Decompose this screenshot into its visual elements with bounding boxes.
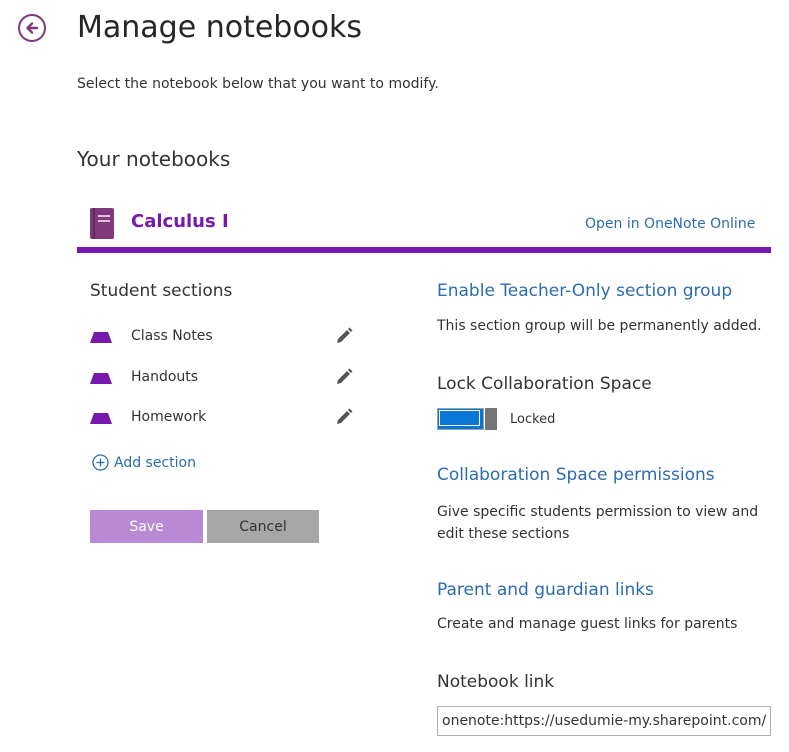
section-item[interactable]: Handouts xyxy=(90,367,360,391)
notebook-link-heading: Notebook link xyxy=(437,672,555,692)
notebook-accent-bar xyxy=(77,247,771,253)
back-button[interactable] xyxy=(18,14,46,42)
pencil-icon[interactable] xyxy=(334,326,354,346)
section-tab-icon xyxy=(90,373,112,384)
pencil-icon[interactable] xyxy=(334,367,354,387)
permissions-description: Give specific students permission to vie… xyxy=(437,504,759,542)
open-in-onenote-online-link[interactable]: Open in OneNote Online xyxy=(585,216,755,232)
your-notebooks-heading: Your notebooks xyxy=(77,147,231,171)
section-label: Handouts xyxy=(131,369,199,385)
section-item[interactable]: Class Notes xyxy=(90,326,360,350)
parent-guardian-links-link[interactable]: Parent and guardian links xyxy=(437,580,654,600)
toggle-knob xyxy=(485,408,497,430)
student-sections-heading: Student sections xyxy=(90,281,233,301)
page-subtitle: Select the notebook below that you want … xyxy=(77,76,439,92)
back-arrow-icon xyxy=(26,22,39,34)
enable-teacher-only-link[interactable]: Enable Teacher-Only section group xyxy=(437,281,732,301)
notebook-icon xyxy=(90,208,114,239)
section-item[interactable]: Homework xyxy=(90,407,360,431)
add-section-button[interactable]: Add section xyxy=(92,454,196,471)
add-section-label: Add section xyxy=(114,454,196,471)
section-tab-icon xyxy=(90,413,112,424)
lock-collaboration-toggle[interactable] xyxy=(437,408,500,430)
parent-description: Create and manage guest links for parent… xyxy=(437,616,738,632)
notebook-link-field[interactable] xyxy=(437,706,771,736)
lock-state-label: Locked xyxy=(510,412,556,427)
notebook-name: Calculus I xyxy=(131,211,229,232)
cancel-button[interactable]: Cancel xyxy=(207,510,319,543)
section-tab-icon xyxy=(90,332,112,343)
page-title: Manage notebooks xyxy=(77,10,363,45)
plus-circle-icon xyxy=(92,454,109,471)
collaboration-permissions-link[interactable]: Collaboration Space permissions xyxy=(437,465,715,485)
pencil-icon[interactable] xyxy=(334,407,354,427)
section-label: Class Notes xyxy=(131,328,213,344)
save-button[interactable]: Save xyxy=(90,510,203,543)
teacher-only-description: This section group will be permanently a… xyxy=(437,318,762,334)
toggle-fill xyxy=(439,410,480,426)
section-label: Homework xyxy=(131,409,207,425)
lock-collaboration-heading: Lock Collaboration Space xyxy=(437,374,652,394)
